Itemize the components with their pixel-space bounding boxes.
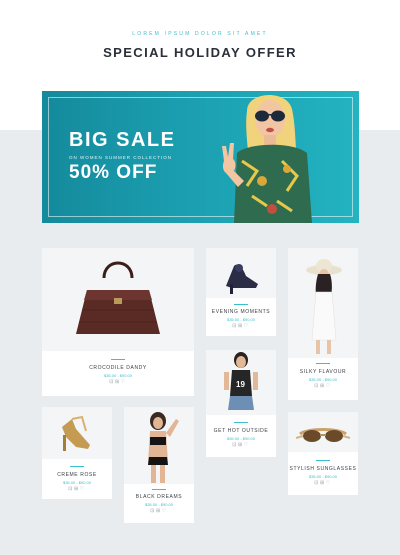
model-tank-top-image: 19 bbox=[224, 352, 258, 410]
product-name[interactable]: STYLISH SUNGLASSES bbox=[288, 466, 358, 472]
black-lingerie-model-image bbox=[148, 412, 179, 483]
accent-rule bbox=[234, 304, 248, 305]
product-name[interactable]: CREME ROSE bbox=[42, 472, 112, 478]
gold-heels-image bbox=[62, 415, 90, 451]
sale-banner[interactable]: BIG SALE ON WOMEN SUMMER COLLECTION 50% … bbox=[42, 91, 359, 223]
wishlist-icon[interactable]: ♡ bbox=[326, 480, 332, 486]
section-eyebrow: LOREM IPSUM DOLOR SIT AMET bbox=[132, 31, 268, 37]
product-name[interactable]: SILKY FLAVOUR bbox=[288, 369, 358, 375]
product-price: $35.00 - $90.00 bbox=[144, 502, 174, 507]
product-name[interactable]: GET HOT OUTSIDE bbox=[206, 428, 276, 434]
product-actions: ⊡⊞♡ bbox=[42, 486, 112, 492]
product-card[interactable]: EVENING MOMENTS $35.00 - $90.00 ⊡⊞♡ bbox=[206, 248, 276, 336]
product-name[interactable]: EVENING MOMENTS bbox=[206, 309, 276, 315]
product-image[interactable] bbox=[42, 407, 112, 459]
product-image[interactable]: 19 bbox=[206, 350, 276, 415]
banner-headline: BIG SALE bbox=[69, 129, 176, 151]
sunglasses-image bbox=[295, 428, 351, 442]
product-actions: ⊡⊞♡ bbox=[42, 379, 194, 385]
product-card[interactable]: SILKY FLAVOUR $35.00 - $90.00 ⊡⊞♡ bbox=[288, 248, 358, 400]
accent-rule bbox=[70, 466, 84, 467]
product-card[interactable]: 19 GET HOT OUTSIDE $35.00 - $90.00 ⊡⊞♡ bbox=[206, 350, 276, 457]
accent-rule bbox=[111, 359, 125, 360]
section-title: SPECIAL HOLIDAY OFFER bbox=[103, 45, 297, 60]
product-name[interactable]: BLACK DREAMS bbox=[124, 494, 194, 500]
product-image[interactable] bbox=[288, 248, 358, 358]
product-price: $35.00 - $90.00 bbox=[308, 474, 338, 479]
product-card[interactable]: STYLISH SUNGLASSES $35.00 - $90.00 ⊡⊞♡ bbox=[288, 412, 358, 495]
product-actions: ⊡⊞♡ bbox=[288, 480, 358, 486]
banner-subline: ON WOMEN SUMMER COLLECTION bbox=[69, 155, 173, 160]
accent-rule bbox=[152, 489, 166, 490]
wishlist-icon[interactable]: ♡ bbox=[244, 323, 250, 329]
wishlist-icon[interactable]: ♡ bbox=[326, 383, 332, 389]
handbag-image bbox=[76, 261, 160, 334]
svg-text:19: 19 bbox=[236, 380, 245, 389]
accent-rule bbox=[234, 422, 248, 423]
product-image[interactable] bbox=[288, 412, 358, 452]
product-price: $35.00 - $90.00 bbox=[308, 377, 338, 382]
wishlist-icon[interactable]: ♡ bbox=[162, 508, 168, 514]
product-actions: ⊡⊞♡ bbox=[206, 323, 276, 329]
product-image[interactable] bbox=[206, 248, 276, 298]
product-actions: ⊡⊞♡ bbox=[288, 383, 358, 389]
product-image[interactable] bbox=[42, 248, 194, 351]
product-card[interactable]: CROCODILE DANDY $35.00 - $90.00 ⊡⊞♡ bbox=[42, 248, 194, 396]
dress-model-image bbox=[306, 259, 342, 354]
wishlist-icon[interactable]: ♡ bbox=[80, 486, 86, 492]
product-price: $35.00 - $90.00 bbox=[226, 317, 256, 322]
product-actions: ⊡⊞♡ bbox=[124, 508, 194, 514]
heels-image bbox=[226, 264, 258, 294]
product-actions: ⊡⊞♡ bbox=[206, 442, 276, 448]
wishlist-icon[interactable]: ♡ bbox=[121, 379, 127, 385]
product-price: $35.00 - $90.00 bbox=[62, 480, 92, 485]
product-image[interactable] bbox=[124, 407, 194, 484]
accent-rule bbox=[316, 460, 330, 461]
wishlist-icon[interactable]: ♡ bbox=[244, 442, 250, 448]
product-card[interactable]: BLACK DREAMS $35.00 - $90.00 ⊡⊞♡ bbox=[124, 407, 194, 523]
product-card[interactable]: CREME ROSE $35.00 - $90.00 ⊡⊞♡ bbox=[42, 407, 112, 499]
product-name[interactable]: CROCODILE DANDY bbox=[42, 365, 194, 371]
accent-rule bbox=[316, 363, 330, 364]
banner-discount: 50% OFF bbox=[69, 162, 158, 183]
product-price: $35.00 - $90.00 bbox=[103, 373, 133, 378]
product-price: $35.00 - $90.00 bbox=[226, 436, 256, 441]
banner-model-image bbox=[222, 94, 312, 223]
